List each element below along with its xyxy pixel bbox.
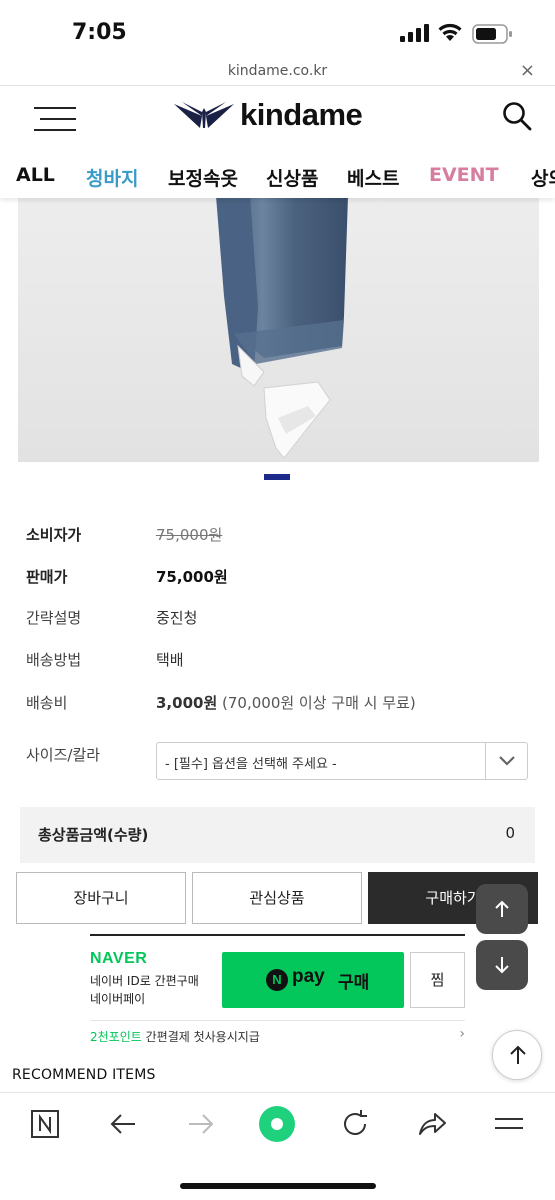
forward-arrow-icon[interactable] <box>186 1109 216 1139</box>
wishlist-button[interactable]: 관심상품 <box>192 872 362 924</box>
shipping-method-label: 배송방법 <box>26 651 82 669</box>
naver-pay-text: pay <box>292 966 325 987</box>
naver-home-icon[interactable] <box>30 1109 60 1139</box>
status-bar: 7:05 <box>0 0 555 60</box>
shipping-fee-amount: 3,000원 <box>156 694 218 712</box>
option-select[interactable]: - [필수] 옵션을 선택해 주세요 - <box>156 742 528 780</box>
home-indicator[interactable] <box>180 1183 376 1189</box>
search-icon[interactable] <box>502 101 532 131</box>
arrow-up-icon <box>510 1045 526 1064</box>
naver-point-text: 간편결제 첫사용시지급 <box>141 1030 260 1044</box>
address-bar[interactable]: kindame.co.kr × <box>0 58 555 86</box>
shipping-fee-label: 배송비 <box>26 694 68 712</box>
menu-icon[interactable] <box>494 1109 524 1139</box>
recommend-items-title: RECOMMEND ITEMS <box>12 1067 156 1083</box>
shipping-fee-value: 3,000원 (70,000원 이상 구매 시 무료) <box>156 692 416 713</box>
total-amount-label: 총상품금액(수량) <box>38 826 149 844</box>
menu-hamburger-icon[interactable] <box>34 105 78 133</box>
consumer-price-value: 75,000원 <box>156 526 223 544</box>
arrow-down-icon <box>495 957 509 974</box>
nav-item-tops[interactable]: 상의 <box>531 164 555 191</box>
naver-divider <box>90 1020 465 1021</box>
naver-point-amount: 2천포인트 <box>90 1030 142 1044</box>
status-time: 7:05 <box>72 20 127 45</box>
scroll-up-button[interactable] <box>476 884 528 934</box>
total-amount-value: 0 <box>505 824 515 842</box>
sale-price-value: 75,000원 <box>156 568 228 586</box>
naver-buy-text: 구매 <box>338 973 370 993</box>
share-icon[interactable] <box>417 1109 447 1139</box>
shipping-fee-note: (70,000원 이상 구매 시 무료) <box>222 694 416 712</box>
reload-icon[interactable] <box>340 1109 370 1139</box>
site-header: kindame <box>0 87 555 147</box>
back-arrow-icon[interactable] <box>108 1109 138 1139</box>
naver-desc-line2: 네이버페이 <box>90 992 146 1006</box>
wifi-icon <box>438 23 462 41</box>
battery-icon <box>472 24 512 44</box>
add-to-cart-button[interactable]: 장바구니 <box>16 872 186 924</box>
option-select-arrow[interactable] <box>485 743 527 779</box>
naver-wishlist-button[interactable]: 찜 <box>410 952 465 1008</box>
cellular-signal-icon <box>400 24 429 42</box>
product-photo-graphic <box>18 196 539 462</box>
arrow-up-icon <box>495 900 509 917</box>
naver-pay-section: NAVER 네이버 ID로 간편구매 네이버페이 N pay 구매 찜 2천포인… <box>90 934 465 1050</box>
scroll-down-button[interactable] <box>476 940 528 990</box>
logo-text: kindame <box>240 97 363 132</box>
nav-item-shapewear[interactable]: 보정속옷 <box>168 164 238 191</box>
wings-logo-icon <box>174 102 234 128</box>
nav-item-new[interactable]: 신상품 <box>266 164 318 191</box>
site-logo[interactable]: kindame <box>172 97 363 133</box>
nav-item-all[interactable]: ALL <box>16 164 55 186</box>
summary-value: 중진청 <box>156 609 198 627</box>
naver-n-badge-icon: N <box>266 969 288 991</box>
back-to-top-button[interactable] <box>492 1030 542 1080</box>
chevron-right-icon[interactable]: › <box>459 1026 465 1042</box>
product-image[interactable] <box>18 196 539 462</box>
naver-desc-line1: 네이버 ID로 간편구매 <box>90 974 199 988</box>
summary-label: 간략설명 <box>26 609 82 627</box>
url-text[interactable]: kindame.co.kr <box>0 63 555 79</box>
naver-pay-buy-button[interactable]: N pay 구매 <box>222 952 404 1008</box>
nav-item-event[interactable]: EVENT <box>429 164 499 186</box>
consumer-price-label: 소비자가 <box>26 526 82 544</box>
category-nav: ALL 청바지 보정속옷 신상품 베스트 EVENT 상의 <box>0 150 555 198</box>
shipping-method-value: 택배 <box>156 651 184 669</box>
nav-item-jeans[interactable]: 청바지 <box>86 164 138 191</box>
sale-price-label: 판매가 <box>26 568 68 586</box>
chevron-down-icon <box>499 756 515 766</box>
nav-item-best[interactable]: 베스트 <box>347 164 399 191</box>
naver-brand: NAVER <box>90 950 148 967</box>
option-select-value: - [필수] 옵션을 선택해 주세요 - <box>165 757 337 772</box>
green-dot-icon[interactable] <box>258 1105 296 1143</box>
total-amount-row: 총상품금액(수량) 0 <box>20 807 535 863</box>
carousel-indicator[interactable] <box>264 474 290 480</box>
option-label: 사이즈/칼라 <box>26 746 101 764</box>
close-icon[interactable]: × <box>520 60 535 81</box>
naver-point-info[interactable]: 2천포인트 간편결제 첫사용시지급 <box>90 1028 260 1045</box>
